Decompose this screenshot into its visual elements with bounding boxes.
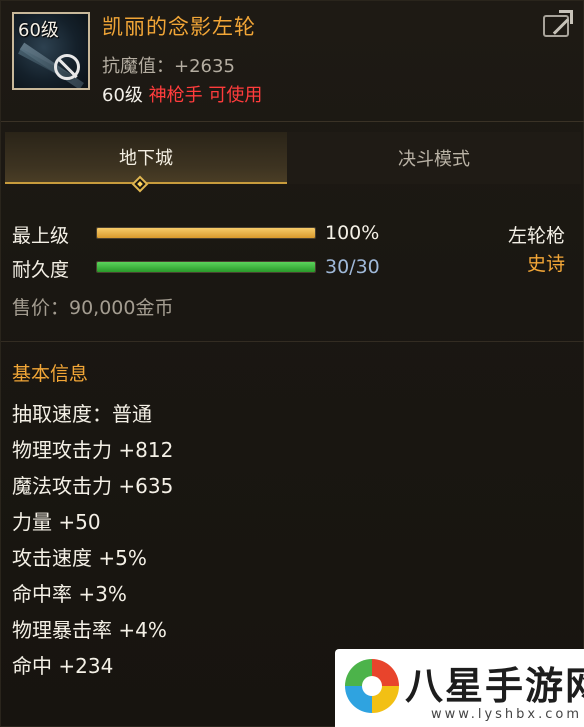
tab-duel-mode[interactable]: 决斗模式 — [287, 132, 581, 184]
share-icon[interactable] — [543, 10, 573, 37]
required-class: 神枪手 可使用 — [148, 85, 263, 106]
sell-price: 售价：90,000金币 — [12, 297, 174, 319]
tab-dungeon-label: 地下城 — [119, 148, 173, 169]
watermark-logo-icon — [345, 659, 399, 713]
attribute-line: 魔法攻击力 +635 — [12, 474, 174, 498]
upgrade-value: 100% — [325, 222, 380, 244]
site-watermark: 八星手游网 www.lyshbx.com — [335, 649, 584, 727]
upgrade-label: 最上级 — [12, 225, 70, 247]
weapon-type: 左轮枪 — [507, 225, 565, 247]
attribute-line: 物理攻击力 +812 — [12, 438, 174, 462]
attribute-line: 力量 +50 — [12, 510, 101, 534]
attribute-line: 命中率 +3% — [12, 582, 127, 606]
watermark-url: www.lyshbx.com — [431, 707, 582, 722]
item-level-badge: 60级 — [18, 20, 59, 41]
requirement-line: 60级 神枪手 可使用 — [102, 81, 262, 107]
watermark-text: 八星手游网 — [405, 664, 584, 708]
item-weapon-icon: 60级 — [12, 12, 90, 90]
magic-resist-value: 抗魔值：+2635 — [102, 56, 235, 77]
mode-tabs: 地下城 决斗模式 — [1, 132, 584, 193]
attribute-line: 物理暴击率 +4% — [12, 618, 167, 642]
share-arrow-head — [559, 10, 573, 24]
required-level: 60级 — [102, 85, 143, 106]
rarity-label: 史诗 — [526, 253, 565, 275]
section-divider — [1, 341, 584, 342]
durability-bar-fill — [97, 262, 315, 272]
item-name: 凯丽的念影左轮 — [102, 15, 256, 39]
attribute-line: 命中 +234 — [12, 654, 114, 678]
tab-dungeon[interactable]: 地下城 — [5, 132, 287, 184]
no-use-icon — [54, 54, 80, 80]
header-divider — [1, 121, 584, 122]
attribute-line: 攻击速度 +5% — [12, 546, 147, 570]
upgrade-bar — [96, 227, 316, 239]
basic-info-title: 基本信息 — [12, 363, 89, 385]
durability-value: 30/30 — [325, 256, 380, 278]
durability-bar — [96, 261, 316, 273]
tab-duel-label: 决斗模式 — [398, 149, 470, 170]
upgrade-bar-fill — [97, 228, 315, 238]
attribute-line: 抽取速度：普通 — [12, 402, 152, 426]
item-tooltip-panel: 60级 凯丽的念影左轮 抗魔值：+2635 60级 神枪手 可使用 地下城 决斗… — [0, 0, 584, 727]
durability-label: 耐久度 — [12, 259, 70, 281]
